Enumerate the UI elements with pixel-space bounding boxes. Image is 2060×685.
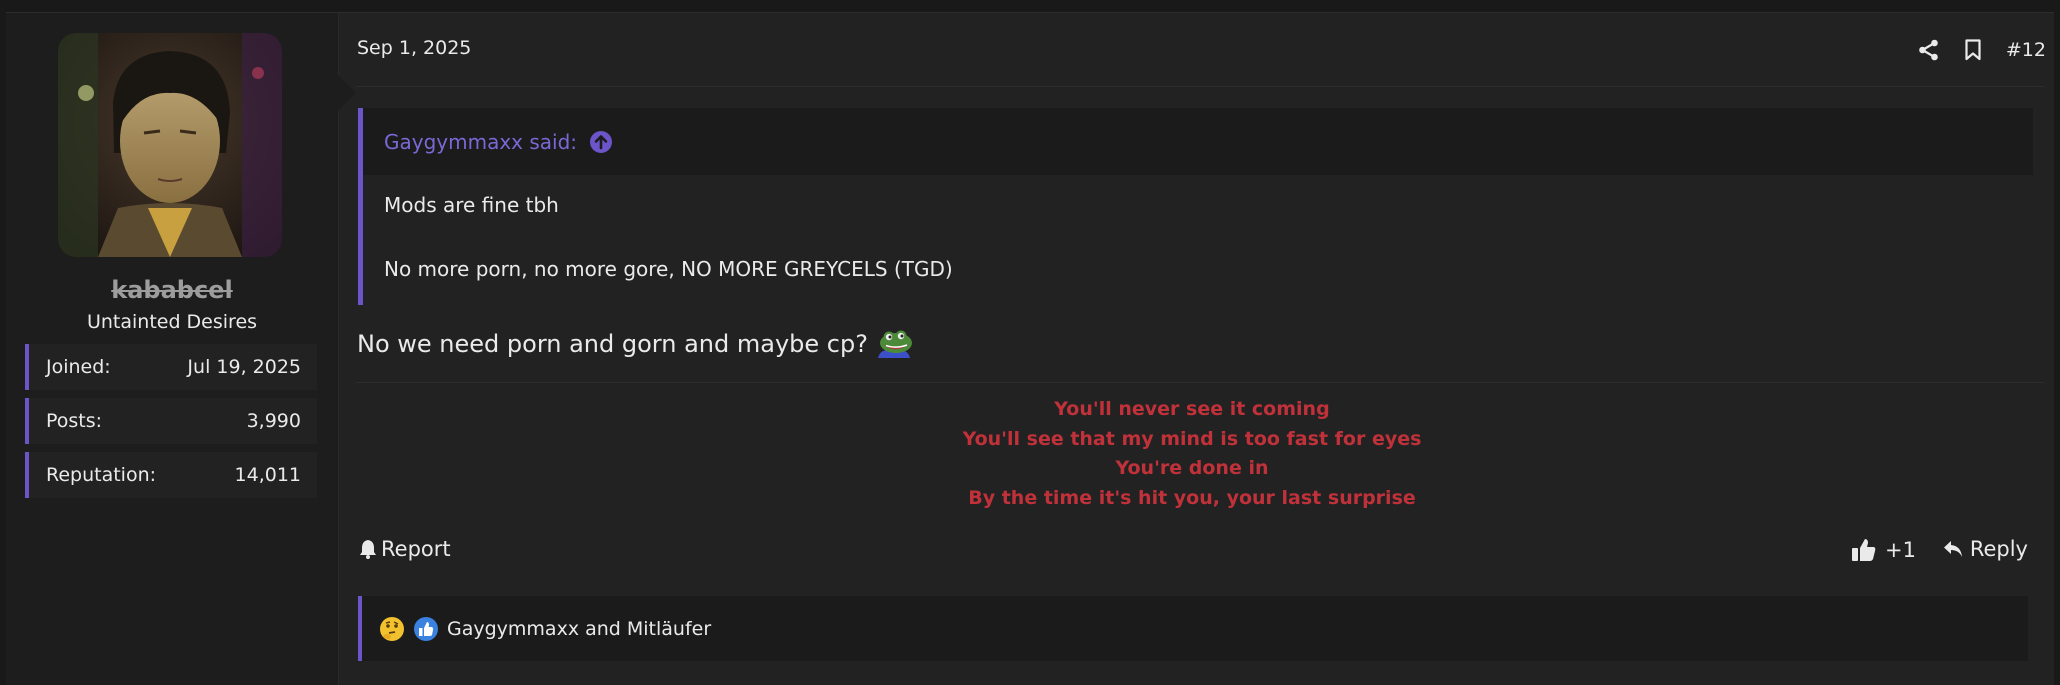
divider [356,382,2044,383]
post-footer: Report +1 Reply [356,533,2028,573]
divider [356,86,2044,87]
avatar-image [58,33,282,257]
stat-label: Posts: [46,410,103,432]
post-container: kababcel Untainted Desires Joined: Jul 1… [6,12,2054,685]
avatar[interactable] [58,33,282,257]
bell-icon [359,539,377,559]
quote-author[interactable]: Gaygymmaxx said: [384,130,577,154]
like-reaction-icon [413,616,439,642]
user-sidebar: kababcel Untainted Desires Joined: Jul 1… [6,13,339,685]
reply-icon [1942,539,1964,559]
stat-label: Joined: [46,356,111,378]
quote-text-line: Mods are fine tbh [384,193,559,217]
stat-value: 3,990 [246,410,301,432]
share-icon[interactable] [1918,39,1940,61]
signature-line: You'll never see it coming [1054,398,1330,420]
quote-body: Mods are fine tbh No more porn, no more … [363,175,2033,305]
quote-text-line: No more porn, no more gore, NO MORE GREY… [384,257,953,281]
username[interactable]: kababcel [6,276,338,304]
thinking-emoji-icon [379,616,405,642]
reactions-users[interactable]: Gaygymmaxx and Mitläufer [447,618,711,640]
quote-block: Gaygymmaxx said: Mods are fine tbh No mo… [358,108,2033,305]
report-label: Report [381,537,451,561]
sidebar-arrow [338,75,356,111]
stat-reputation: Reputation: 14,011 [25,452,317,498]
stat-value: 14,011 [234,464,301,486]
thumbs-up-icon [1851,537,1877,563]
arrow-up-circle-icon[interactable] [589,130,613,154]
pepe-emoji-icon [876,328,914,360]
message-text: No we need porn and gorn and maybe cp? [357,330,868,358]
signature-line: You're done in [1115,457,1269,479]
signature-line: By the time it's hit you, your last surp… [968,486,1416,509]
quote-header[interactable]: Gaygymmaxx said: [363,108,2033,175]
stat-value: Jul 19, 2025 [187,356,301,378]
like-button[interactable]: +1 [1851,537,1916,563]
reply-label: Reply [1969,537,2028,561]
reactions-bar[interactable]: Gaygymmaxx and Mitläufer [358,596,2028,661]
report-button[interactable]: Report [359,537,451,561]
post-message: No we need porn and gorn and maybe cp? [357,328,914,360]
post-header-actions: #12 [1918,33,2046,67]
signature-line: You'll see that my mind is too fast for … [962,427,1422,450]
user-title: Untainted Desires [86,311,258,333]
reply-button[interactable]: Reply [1942,537,2028,561]
post-date[interactable]: Sep 1, 2025 [357,37,471,59]
stat-label: Reputation: [46,464,157,486]
post-number-link[interactable]: #12 [2006,39,2046,61]
stat-posts: Posts: 3,990 [25,398,317,444]
signature: You'll never see it coming You'll see th… [356,395,2028,513]
stat-joined: Joined: Jul 19, 2025 [25,344,317,390]
bookmark-icon[interactable] [1964,39,1982,61]
like-count: +1 [1885,538,1916,562]
